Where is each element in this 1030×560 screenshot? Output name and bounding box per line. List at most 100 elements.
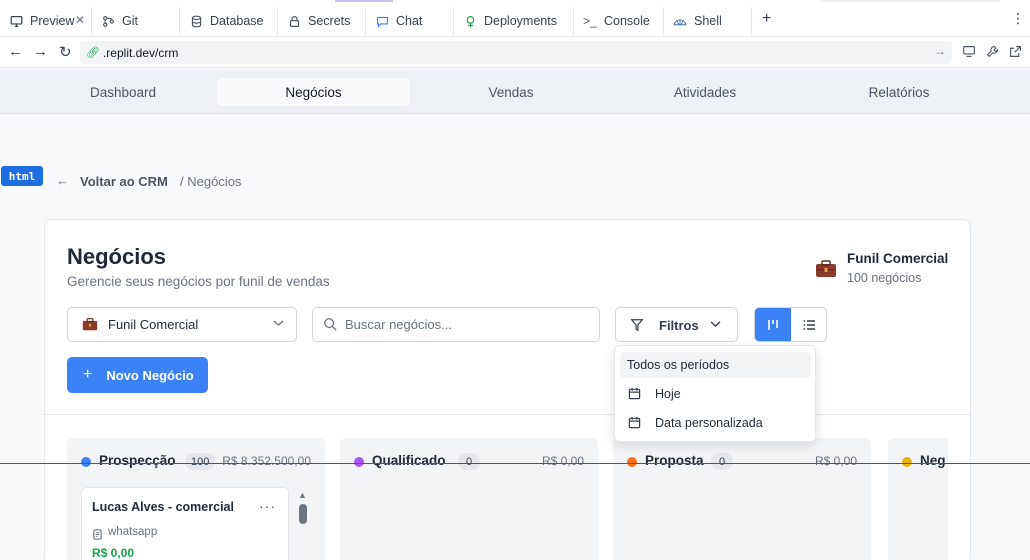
database-icon <box>188 13 204 29</box>
address-bar: ← → ↻ 🔗︎ .replit.dev/crm → <box>0 37 1030 68</box>
filter-period-menu: Todos os períodos Hoje Data personalizad… <box>614 345 816 442</box>
tab-shell[interactable]: Shell <box>664 7 752 35</box>
nav-negocios[interactable]: Negócios <box>217 78 410 106</box>
app-nav: Dashboard Negócios Vendas Atividades Rel… <box>0 70 1030 114</box>
nav-dashboard[interactable]: Dashboard <box>28 78 218 106</box>
tab-chat[interactable]: Chat <box>366 7 454 35</box>
more-horizontal-icon[interactable]: ··· <box>259 498 276 514</box>
deploy-icon <box>462 13 478 29</box>
stage-dot <box>81 457 91 467</box>
whatsapp-source-icon <box>92 527 103 545</box>
column-count-badge: 100 <box>185 453 216 470</box>
deal-value: R$ 0,00 <box>92 546 135 560</box>
back-arrow-icon[interactable]: ← <box>8 43 23 60</box>
tab-database[interactable]: Database <box>180 7 278 35</box>
deals-card: Negócios Gerencie seus negócios por funi… <box>44 219 971 560</box>
column-count-badge: 0 <box>458 453 480 470</box>
tab-label: Chat <box>396 14 423 28</box>
lock-icon <box>286 13 302 29</box>
kanban-view-button[interactable] <box>755 308 791 341</box>
pipeline-column-qualificado: Qualificado 0 R$ 0,00 <box>340 438 598 560</box>
go-arrow-icon[interactable]: → <box>934 44 946 58</box>
column-title: Prospecção <box>99 453 176 468</box>
breadcrumb-current: / Negócios <box>180 174 242 189</box>
forward-arrow-icon[interactable]: → <box>33 43 48 60</box>
list-icon <box>802 319 815 330</box>
column-count-badge: 0 <box>711 453 733 470</box>
tab-label: Console <box>604 14 650 28</box>
search-input[interactable]: Buscar negócios... <box>312 307 600 342</box>
tab-label: Secrets <box>308 14 351 28</box>
filters-label: Filtros <box>659 318 699 333</box>
devices-icon[interactable] <box>962 45 976 61</box>
tab-deployments[interactable]: Deployments <box>454 7 574 35</box>
tab-console[interactable]: >_ Console <box>574 7 664 35</box>
new-tab-button[interactable]: + <box>762 10 771 28</box>
stage-dot <box>627 457 637 467</box>
deal-card[interactable]: Lucas Alves - comercial ··· whatsapp R$ … <box>81 487 289 560</box>
menu-item-today[interactable]: Hoje <box>620 381 811 407</box>
funnel-count: 100 negócios <box>847 271 922 285</box>
list-view-button[interactable] <box>791 308 826 341</box>
divider <box>45 414 970 415</box>
browser-tab-bar: Preview ✕ Git Database Secrets Chat Depl… <box>0 0 1030 37</box>
scroll-thumb[interactable] <box>299 504 307 524</box>
menu-item-label: Todos os períodos <box>627 358 730 372</box>
search-placeholder: Buscar negócios... <box>345 317 452 332</box>
reload-icon[interactable]: ↻ <box>59 43 72 61</box>
more-vertical-icon[interactable]: ⋮ <box>1011 10 1025 27</box>
url-field[interactable]: 🔗︎ .replit.dev/crm → <box>80 41 952 64</box>
html-badge: html <box>1 166 43 186</box>
stage-dot <box>354 457 364 467</box>
briefcase-icon <box>816 260 836 277</box>
wrench-icon[interactable] <box>986 45 999 61</box>
chevron-down-icon <box>710 319 721 331</box>
terminal-icon: >_ <box>583 14 597 28</box>
calendar-icon <box>628 387 641 403</box>
column-title: Qualificado <box>372 453 446 468</box>
column-scrollbar[interactable]: ▲ <box>297 490 309 530</box>
menu-item-label: Hoje <box>655 387 681 401</box>
guide-line <box>0 463 1030 464</box>
funnel-title: Funil Comercial <box>847 251 949 266</box>
column-amount: R$ 0,00 <box>541 454 584 468</box>
kanban-icon <box>768 319 778 330</box>
tab-label: Shell <box>694 14 722 28</box>
new-deal-label: Novo Negócio <box>106 367 194 383</box>
deal-name: Lucas Alves - comercial <box>92 500 234 514</box>
tab-strip-accent <box>335 0 393 2</box>
nav-relatorios[interactable]: Relatórios <box>804 78 994 106</box>
tab-label: Git <box>122 14 138 28</box>
menu-item-all-periods[interactable]: Todos os períodos <box>620 352 811 378</box>
new-deal-button[interactable]: + Novo Negócio <box>67 357 208 393</box>
column-title: Neg <box>920 453 946 468</box>
funnel-select-value: Funil Comercial <box>108 317 199 332</box>
deal-source: whatsapp <box>108 526 158 538</box>
menu-item-label: Data personalizada <box>655 416 763 430</box>
nav-vendas[interactable]: Vendas <box>416 78 606 106</box>
tab-label: Preview <box>30 14 75 28</box>
stage-dot <box>902 457 912 467</box>
tab-preview[interactable]: Preview ✕ <box>0 7 92 35</box>
close-icon[interactable]: ✕ <box>75 13 85 27</box>
scroll-up-icon[interactable]: ▲ <box>298 490 307 500</box>
nav-atividades[interactable]: Atividades <box>610 78 800 106</box>
funnel-select[interactable]: Funil Comercial <box>67 307 297 342</box>
tab-label: Deployments <box>484 14 557 28</box>
calendar-icon <box>628 416 641 432</box>
menu-item-custom-date[interactable]: Data personalizada <box>620 410 811 436</box>
link-icon: 🔗︎ <box>86 47 100 59</box>
tab-secrets[interactable]: Secrets <box>278 7 366 35</box>
pipeline-column-prospeccao: Prospecção 100 R$ 8.352.500,00 Lucas Alv… <box>67 438 325 560</box>
tab-label: Database <box>210 14 264 28</box>
search-icon <box>323 317 337 334</box>
url-text: .replit.dev/crm <box>102 45 179 60</box>
briefcase-icon <box>82 318 98 331</box>
back-to-crm-link[interactable]: Voltar ao CRM <box>80 174 168 189</box>
arrow-left-icon[interactable]: ← <box>56 173 69 188</box>
column-title: Proposta <box>645 453 704 468</box>
filters-button[interactable]: Filtros <box>615 307 738 342</box>
shell-icon <box>672 13 688 29</box>
external-link-icon[interactable] <box>1009 45 1022 61</box>
tab-git[interactable]: Git <box>92 7 180 35</box>
